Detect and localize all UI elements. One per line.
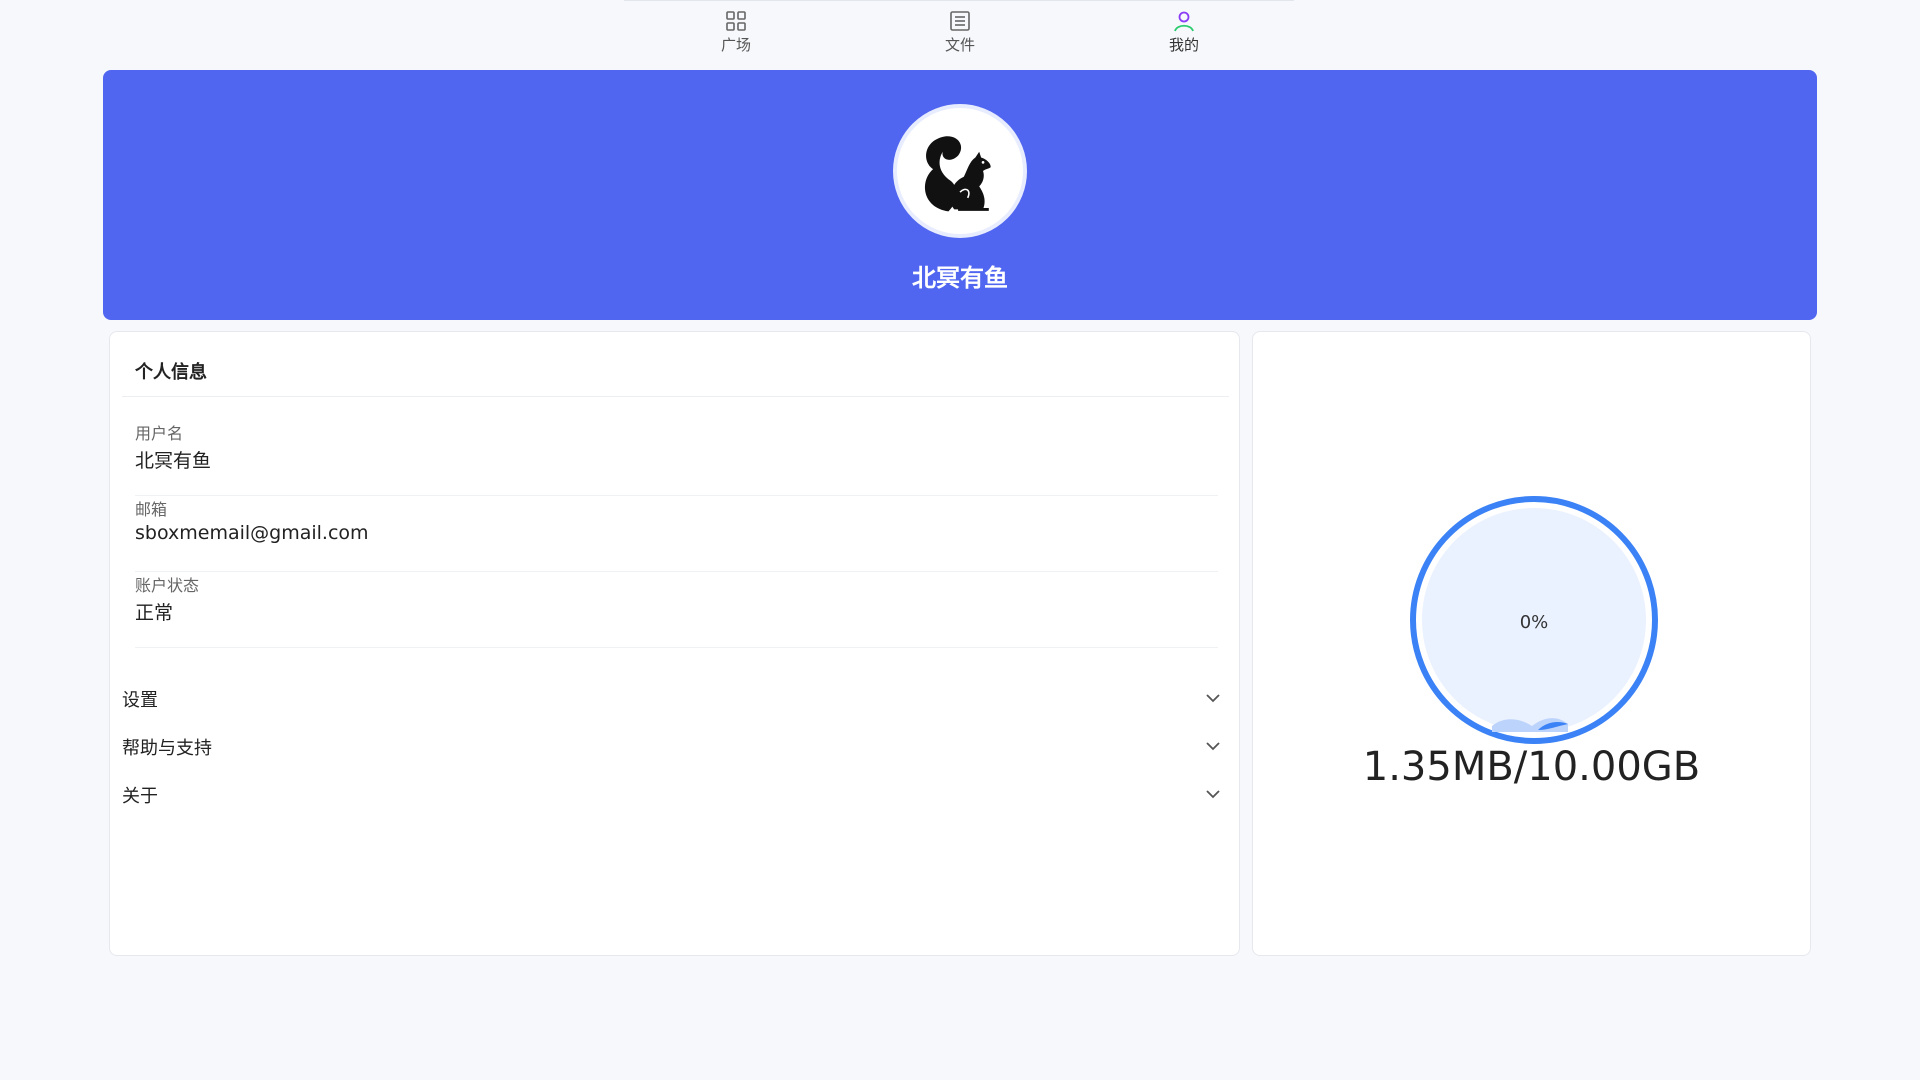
chevron-down-icon <box>1206 694 1220 703</box>
info-label: 用户名 <box>135 424 184 443</box>
nav-label-mine: 我的 <box>1168 36 1199 54</box>
nav-label-square: 广场 <box>720 36 751 54</box>
user-icon <box>1174 11 1194 32</box>
storage-gauge: 0% <box>1408 494 1660 746</box>
nav-item-mine[interactable]: 我的 <box>1144 9 1224 55</box>
info-value: 正常 <box>135 602 174 624</box>
nav-label-files: 文件 <box>944 36 975 54</box>
section-title-profile: 个人信息 <box>135 362 207 383</box>
collapse-help-support[interactable]: 帮助与支持 <box>122 725 1222 765</box>
info-label: 账户状态 <box>135 576 200 595</box>
chevron-down-icon <box>1206 742 1220 751</box>
info-row-account-status: 账户状态 正常 <box>135 572 1218 648</box>
info-row-username: 用户名 北冥有鱼 <box>135 420 1218 496</box>
storage-percent: 0% <box>1519 612 1549 633</box>
banner-username: 北冥有鱼 <box>912 264 1008 292</box>
squirrel-avatar-icon <box>924 136 991 212</box>
profile-banner: 北冥有鱼 <box>103 70 1817 320</box>
top-navigation: 广场 文件 我的 <box>624 0 1294 58</box>
info-value: 北冥有鱼 <box>135 450 212 472</box>
avatar[interactable] <box>893 104 1027 238</box>
info-value: sboxmemail@gmail.com <box>135 522 369 544</box>
storage-card: 0% 1.35MB/10.00GB <box>1252 331 1811 956</box>
divider <box>122 396 1229 397</box>
chevron-down-icon <box>1206 790 1220 799</box>
profile-info-card: 个人信息 用户名 北冥有鱼 邮箱 sboxmemail@gmail.com 账户… <box>109 331 1240 956</box>
divider <box>135 647 1218 648</box>
collapse-settings[interactable]: 设置 <box>122 677 1222 717</box>
info-row-email: 邮箱 sboxmemail@gmail.com <box>135 496 1218 572</box>
storage-usage: 1.35MB/10.00GB <box>1362 744 1701 790</box>
collapse-label: 设置 <box>122 690 158 711</box>
collapse-label: 关于 <box>122 786 158 807</box>
info-label: 邮箱 <box>135 500 168 519</box>
nav-item-square[interactable]: 广场 <box>696 9 776 55</box>
collapse-about[interactable]: 关于 <box>122 773 1222 813</box>
collapse-label: 帮助与支持 <box>122 738 212 759</box>
file-list-icon <box>950 11 970 31</box>
nav-item-files[interactable]: 文件 <box>920 9 1000 55</box>
grid-icon <box>726 11 746 31</box>
